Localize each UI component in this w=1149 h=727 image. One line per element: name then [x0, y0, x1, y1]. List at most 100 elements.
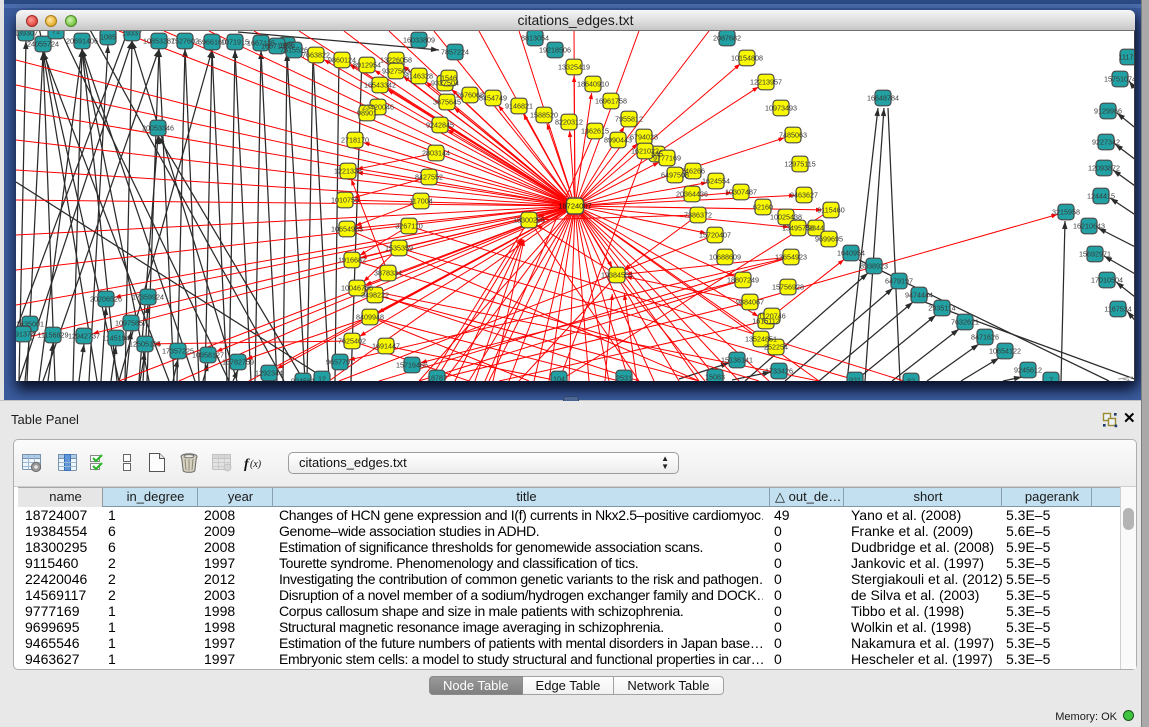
svg-text:1624554: 1624554 [702, 176, 730, 185]
svg-text:1640954: 1640954 [837, 248, 865, 257]
svg-text:18787: 18787 [427, 373, 447, 381]
svg-text:8454749: 8454749 [479, 93, 507, 102]
svg-text:10973493: 10973493 [765, 103, 797, 112]
svg-text:6479197: 6479197 [885, 276, 913, 285]
svg-text:15756928: 15756928 [772, 282, 804, 291]
svg-text:12505135: 12505135 [129, 339, 161, 348]
svg-text:1588520: 1588520 [530, 110, 558, 119]
svg-text:1145194: 1145194 [102, 333, 129, 342]
svg-text:3267110: 3267110 [395, 221, 422, 230]
svg-text:20053346: 20053346 [142, 123, 174, 132]
svg-text:9699695: 9699695 [815, 234, 843, 243]
svg-text:1733426: 1733426 [765, 366, 793, 375]
svg-text:924561: 924561 [291, 376, 315, 381]
svg-text:139307: 139307 [16, 31, 38, 37]
svg-text:991374: 991374 [16, 329, 35, 338]
svg-text:7386372: 7386372 [684, 210, 712, 219]
svg-text:12: 12 [318, 374, 326, 381]
svg-text:2531: 2531 [616, 373, 632, 381]
svg-text:10958127: 10958127 [192, 350, 224, 359]
svg-text:12093872: 12093872 [1088, 163, 1120, 172]
svg-text:15083: 15083 [705, 372, 725, 381]
svg-text:9227342: 9227342 [1092, 137, 1120, 146]
svg-text:(x): (x) [250, 459, 262, 470]
svg-text:16961758: 16961758 [595, 96, 627, 105]
svg-text:2803144: 2803144 [422, 148, 450, 157]
svg-text:3875645: 3875645 [433, 97, 461, 106]
svg-text:19337: 19337 [122, 31, 142, 37]
svg-text:16648784: 16648784 [867, 93, 899, 102]
svg-text:7485063: 7485063 [779, 130, 807, 139]
svg-text:2935114: 2935114 [928, 303, 955, 312]
svg-text:2718170: 2718170 [341, 135, 369, 144]
svg-text:8427552: 8427552 [415, 172, 443, 181]
svg-text:1292344: 1292344 [255, 368, 283, 377]
svg-text:16782759: 16782759 [222, 357, 254, 366]
svg-text:9777169: 9777169 [653, 153, 681, 162]
svg-text:13654923: 13654923 [775, 252, 807, 261]
svg-text:8990443: 8990443 [604, 135, 632, 144]
svg-text:7625402: 7625402 [338, 336, 366, 345]
svg-text:931: 931 [849, 375, 861, 381]
svg-text:18724007: 18724007 [558, 202, 591, 211]
svg-text:13226058: 13226058 [380, 55, 412, 64]
svg-text:9146821: 9146821 [505, 101, 533, 110]
svg-text:20691406: 20691406 [66, 36, 98, 45]
svg-text:16033809: 16033809 [403, 35, 435, 44]
svg-text:3878334: 3878334 [374, 268, 402, 277]
svg-text:1010755: 1010755 [331, 195, 359, 204]
svg-text:9115460: 9115460 [817, 205, 844, 214]
svg-text:3215958: 3215958 [1052, 207, 1080, 216]
svg-text:19384554: 19384554 [601, 270, 633, 279]
svg-text:1120746: 1120746 [758, 311, 785, 320]
svg-text:9129966: 9129966 [1094, 106, 1122, 115]
svg-text:11172: 11172 [1119, 52, 1134, 61]
svg-text:16543342: 16543342 [364, 80, 396, 89]
svg-text:7955812: 7955812 [615, 114, 643, 123]
svg-text:15136141: 15136141 [721, 355, 753, 364]
svg-text:1167534: 1167534 [1104, 304, 1131, 313]
svg-text:17010504: 17010504 [1091, 275, 1123, 284]
svg-text:8146328: 8146328 [405, 71, 433, 80]
svg-text:7663822: 7663822 [302, 50, 330, 59]
svg-text:18300295: 18300295 [513, 215, 545, 224]
svg-text:1546: 1546 [441, 73, 457, 82]
svg-text:1071915: 1071915 [221, 37, 249, 46]
svg-text:1244415: 1244415 [1087, 191, 1115, 200]
svg-text:1535359: 1535359 [385, 243, 413, 252]
svg-text:2087682: 2087682 [713, 33, 741, 42]
svg-text:10688609: 10688609 [709, 252, 741, 261]
svg-text:8813054: 8813054 [521, 33, 549, 42]
svg-text:10025438: 10025438 [770, 212, 802, 221]
svg-text:71: 71 [52, 31, 60, 35]
svg-text:1221338: 1221338 [334, 166, 362, 175]
svg-text:117004: 117004 [409, 196, 432, 205]
svg-text:7857224: 7857224 [441, 47, 469, 56]
svg-text:8220312: 8220312 [555, 117, 583, 126]
svg-text:62160: 62160 [753, 202, 773, 211]
svg-text:1362615: 1362615 [581, 126, 609, 135]
svg-text:8938923: 8938923 [860, 261, 888, 270]
svg-text:13325419: 13325419 [558, 62, 590, 71]
svg-text:9344: 9344 [808, 223, 824, 232]
svg-text:15720407: 15720407 [699, 230, 731, 239]
svg-text:1916682: 1916682 [338, 255, 366, 264]
svg-text:17359924: 17359924 [132, 292, 164, 301]
svg-text:3498222: 3498222 [361, 290, 389, 299]
svg-text:10154808: 10154808 [731, 53, 763, 62]
svg-text:15751074: 15751074 [1104, 74, 1134, 83]
svg-text:98901: 98901 [357, 108, 377, 117]
svg-text:10307487: 10307487 [725, 187, 757, 196]
svg-text:12942737: 12942737 [68, 331, 100, 340]
svg-text:252254: 252254 [764, 342, 788, 351]
svg-text:15692971: 15692971 [1079, 249, 1111, 258]
svg-text:16210643: 16210643 [1073, 221, 1105, 230]
svg-text:9860124: 9860124 [328, 55, 356, 64]
svg-text:10654122: 10654122 [989, 346, 1021, 355]
svg-text:15716485: 15716485 [396, 360, 428, 369]
svg-text:1085: 1085 [100, 32, 116, 41]
svg-text:19218506: 19218506 [539, 45, 571, 54]
svg-text:1527602: 1527602 [171, 36, 199, 45]
svg-text:10654983: 10654983 [331, 224, 363, 233]
svg-text:20364436: 20364436 [676, 189, 708, 198]
